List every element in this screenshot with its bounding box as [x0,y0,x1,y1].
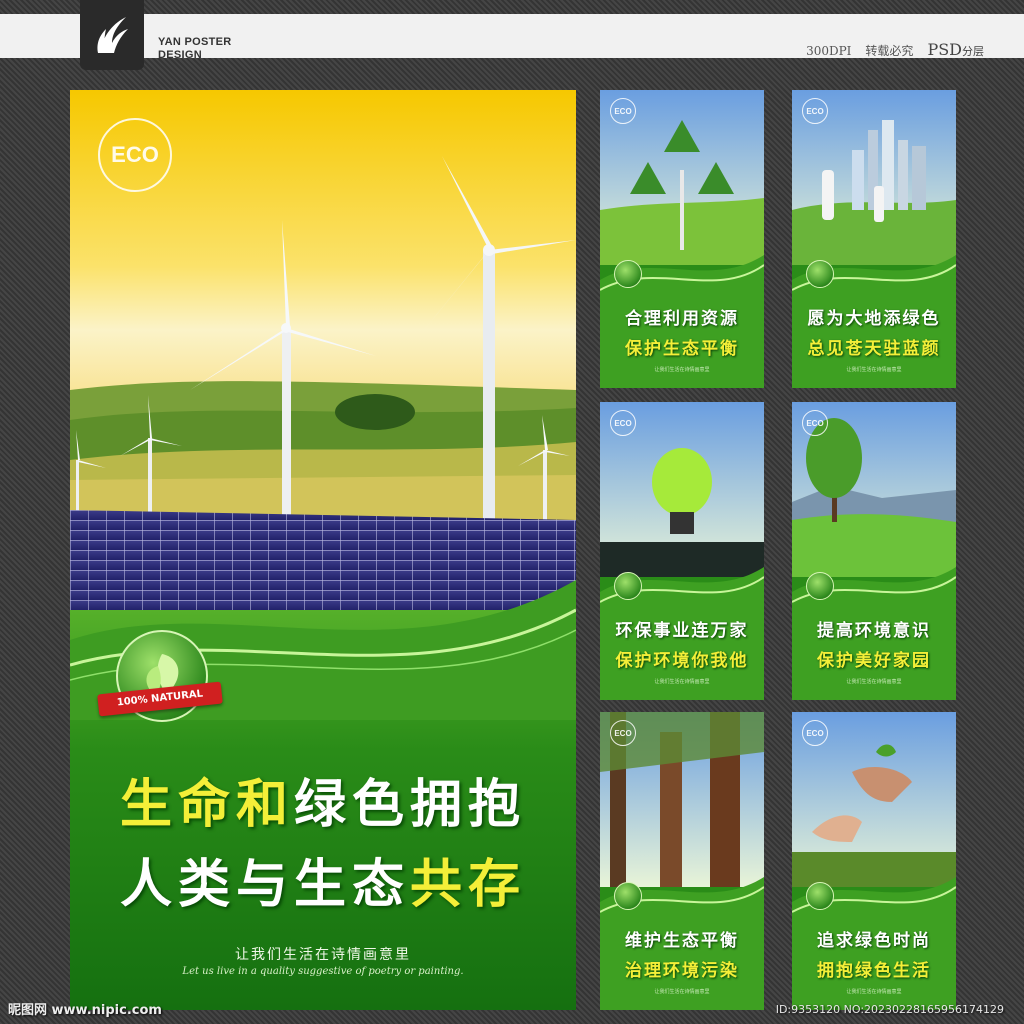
poster-tiny-text: 让我们生活在诗情画意里 [654,989,710,995]
poster-line2: 治理环境污染 [625,961,739,981]
natural-badge [614,572,642,600]
eco-logo: ECO [802,410,828,436]
poster-line2: 保护生态平衡 [625,339,739,359]
brand-line1: YAN POSTER [158,36,232,48]
poster-line2: 保护环境你我他 [615,651,749,671]
dpi-label: 300DPI [806,44,852,58]
natural-badge [614,882,642,910]
main-poster: ECO 100% NATURAL 生命和绿色拥抱 人类与生态共存 让我们生活在诗… [70,90,576,1010]
small-poster: ECO 愿为大地添绿色 总见苍天驻蓝颜让我们生活在诗情画意里 [792,90,956,388]
main-slogan-line2: 人类与生态共存 [119,854,527,915]
poster-tiny-text: 让我们生活在诗情画意里 [846,679,902,685]
main-subtitle-en: Let us live in a quality suggestive of p… [182,966,464,977]
main-slogan-line1: 生命和绿色拥抱 [119,774,527,835]
natural-badge [806,572,834,600]
poster-line1: 愿为大地添绿色 [807,309,941,329]
poster-line1: 提高环境意识 [817,621,931,641]
poster-line1: 合理利用资源 [625,309,739,329]
header-meta: 300DPI 转载必究 PSD分层 [806,40,984,59]
poster-line2: 保护美好家园 [817,651,931,671]
poster-tiny-text: 让我们生活在诗情画意里 [654,367,710,373]
image-id: ID:9353120 NO:20230228165956174129 [775,1003,1004,1016]
eco-logo: ECO [610,98,636,124]
natural-badge [614,260,642,288]
eco-logo: ECO [610,410,636,436]
eco-logo: ECO [610,720,636,746]
small-poster: ECO 维护生态平衡 治理环境污染让我们生活在诗情画意里 [600,712,764,1010]
psd-label: PSD分层 [927,40,984,59]
eco-logo: ECO [802,720,828,746]
eco-logo: ECO [98,118,172,192]
brand-line2: DESIGN [158,49,202,61]
poster-line2: 拥抱绿色生活 [817,961,931,981]
nipic-watermark: 昵图网 www.nipic.com [8,1003,162,1018]
poster-line1: 追求绿色时尚 [817,931,931,951]
reprint-label: 转载必究 [865,44,914,58]
wing-logo-icon [80,0,144,70]
natural-badge [806,882,834,910]
natural-badge [806,260,834,288]
small-poster: ECO 合理利用资源 保护生态平衡让我们生活在诗情画意里 [600,90,764,388]
small-poster: ECO 提高环境意识 保护美好家园让我们生活在诗情画意里 [792,402,956,700]
poster-line2: 总见苍天驻蓝颜 [807,339,941,359]
poster-tiny-text: 让我们生活在诗情画意里 [654,679,710,685]
main-subtitle: 让我们生活在诗情画意里 [235,947,411,963]
small-poster: ECO 追求绿色时尚 拥抱绿色生活让我们生活在诗情画意里 [792,712,956,1010]
poster-tiny-text: 让我们生活在诗情画意里 [846,367,902,373]
poster-tiny-text: 让我们生活在诗情画意里 [846,989,902,995]
eco-logo: ECO [802,98,828,124]
small-poster: ECO 环保事业连万家 保护环境你我他让我们生活在诗情画意里 [600,402,764,700]
header-bar: YAN POSTER DESIGN 300DPI 转载必究 PSD分层 [0,14,1024,61]
poster-line1: 环保事业连万家 [615,621,749,641]
poster-line1: 维护生态平衡 [625,931,739,951]
brand: YAN POSTER DESIGN [158,36,232,62]
